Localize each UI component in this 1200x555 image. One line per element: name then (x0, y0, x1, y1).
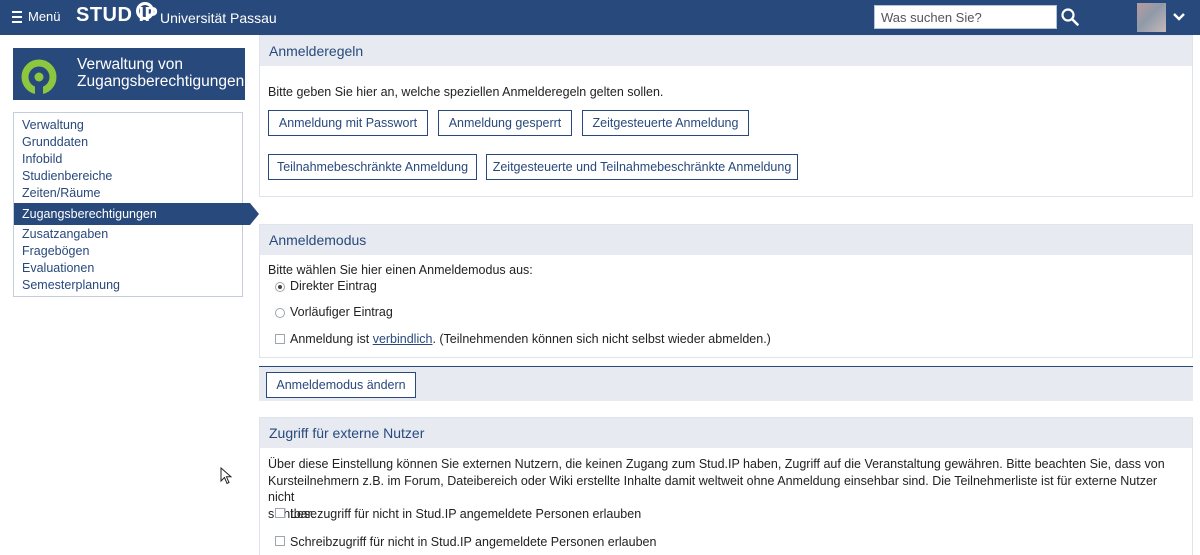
university-name: Universität Passau (160, 10, 277, 26)
sidebar-item-grunddaten[interactable]: Grunddaten (22, 135, 88, 149)
sidebar-item-evaluationen[interactable]: Evaluationen (22, 261, 94, 275)
lesezugriff-checkbox[interactable] (275, 508, 285, 518)
verbindlich-link[interactable]: verbindlich (373, 332, 433, 346)
anmeldemodus-title: Anmeldemodus (260, 225, 1192, 255)
avatar[interactable] (1137, 3, 1166, 32)
anmelderegeln-title: Anmelderegeln (260, 36, 1192, 66)
zeitgesteuerte-und-teilnahmebeschraenkte-button[interactable]: Zeitgesteuerte und Teilnahmebeschränkte … (486, 154, 798, 180)
anmeldung-mit-passwort-button[interactable]: Anmeldung mit Passwort (268, 110, 428, 136)
top-navigation-bar: Menü STUD IP Universität Passau (0, 0, 1200, 35)
extern-description-line: Kursteilnehmern z.B. im Forum, Dateibere… (268, 473, 1158, 505)
sidebar-header: Verwaltung von Zugangsberechtigungen (13, 48, 245, 100)
studip-ring-icon (13, 48, 65, 100)
vorlaeufiger-eintrag-radio[interactable] (275, 308, 285, 318)
verbindlich-checkbox[interactable] (275, 334, 285, 344)
active-item-arrow-icon (250, 203, 259, 225)
verbindlich-label[interactable]: Anmeldung ist verbindlich. (Teilnehmende… (290, 332, 771, 346)
verbindlich-prefix: Anmeldung ist (290, 332, 373, 346)
sidebar-item-semesterplanung[interactable]: Semesterplanung (22, 278, 120, 292)
mouse-cursor-icon (220, 467, 232, 485)
extern-description-line: Über diese Einstellung können Sie extern… (268, 457, 1165, 471)
direkter-eintrag-radio[interactable] (275, 282, 285, 292)
anmeldemodus-aendern-button[interactable]: Anmeldemodus ändern (266, 372, 416, 398)
sidebar-item-zugangsberechtigungen[interactable]: Zugangsberechtigungen (14, 203, 250, 225)
chevron-down-icon[interactable] (1172, 10, 1186, 24)
lesezugriff-label[interactable]: Lesezugriff für nicht in Stud.IP angemel… (290, 507, 641, 521)
anmeldemodus-panel: Anmeldemodus Bitte wählen Sie hier einen… (259, 224, 1193, 358)
search-icon[interactable] (1060, 7, 1080, 27)
menu-label: Menü (28, 9, 61, 24)
anmelderegeln-description: Bitte geben Sie hier an, welche speziell… (268, 85, 664, 99)
zeitgesteuerte-anmeldung-button[interactable]: Zeitgesteuerte Anmeldung (582, 110, 749, 136)
studip-logo[interactable]: STUD IP (76, 2, 158, 27)
verbindlich-suffix: . (Teilnehmenden können sich nicht selbs… (432, 332, 771, 346)
logo-ring-icon (136, 2, 154, 20)
sidebar-item-studienbereiche[interactable]: Studienbereiche (22, 169, 112, 183)
schreibzugriff-label[interactable]: Schreibzugriff für nicht in Stud.IP ange… (290, 535, 656, 549)
sidebar-item-frageboegen[interactable]: Fragebögen (22, 244, 89, 258)
hamburger-icon (12, 10, 22, 23)
search-input[interactable] (874, 5, 1057, 29)
sidebar-item-verwaltung[interactable]: Verwaltung (22, 118, 84, 132)
anmeldemodus-button-bar: Anmeldemodus ändern (259, 366, 1193, 401)
schreibzugriff-checkbox[interactable] (275, 536, 285, 546)
sidebar-item-infobild[interactable]: Infobild (22, 152, 62, 166)
anmeldung-gesperrt-button[interactable]: Anmeldung gesperrt (438, 110, 572, 136)
anmeldemodus-description: Bitte wählen Sie hier einen Anmeldemodus… (268, 263, 533, 277)
vorlaeufiger-eintrag-label[interactable]: Vorläufiger Eintrag (290, 305, 393, 319)
sidebar-item-zeiten-raeume[interactable]: Zeiten/Räume (22, 186, 101, 200)
direkter-eintrag-label[interactable]: Direkter Eintrag (290, 279, 377, 293)
teilnahmebeschraenkte-anmeldung-button[interactable]: Teilnahmebeschränkte Anmeldung (268, 154, 477, 180)
extern-panel: Zugriff für externe Nutzer Über diese Ei… (259, 417, 1193, 555)
sidebar-title: Verwaltung von Zugangsberechtigungen (77, 56, 245, 90)
extern-title: Zugriff für externe Nutzer (260, 418, 1192, 448)
sidebar-item-zusatzangaben[interactable]: Zusatzangaben (22, 227, 108, 241)
anmelderegeln-panel: Anmelderegeln Bitte geben Sie hier an, w… (259, 35, 1193, 197)
sidebar-navigation: Verwaltung Grunddaten Infobild Studienbe… (13, 112, 259, 297)
menu-button[interactable]: Menü (12, 9, 61, 24)
